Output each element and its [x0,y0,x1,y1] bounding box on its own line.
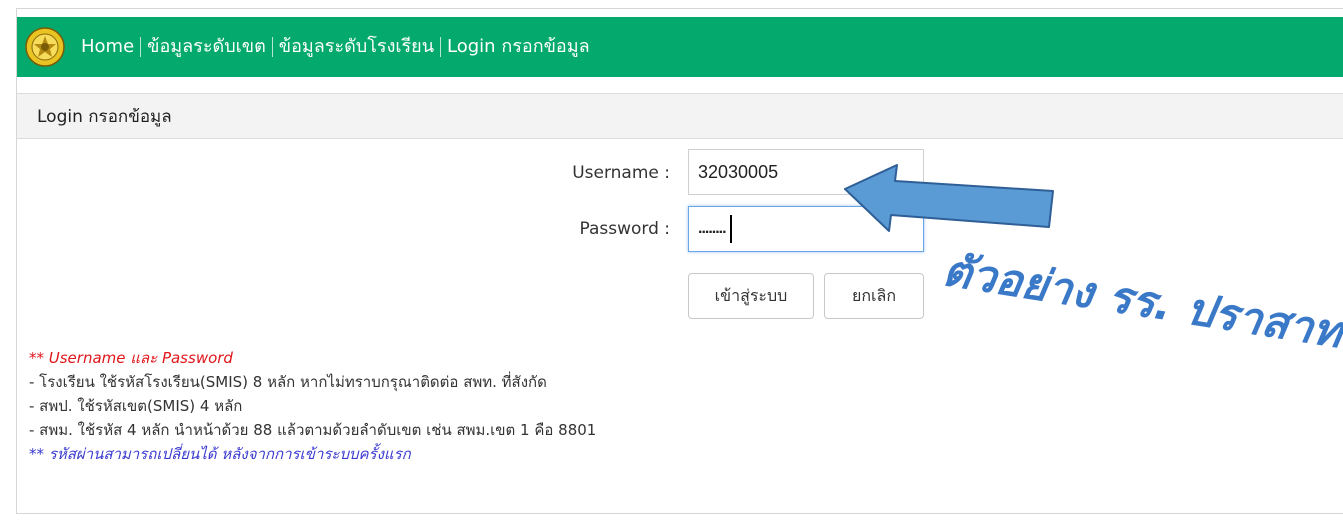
notes-line-secondary: - สพม. ใช้รหัส 4 หลัก นำหน้าด้วย 88 แล้ว… [29,421,597,439]
username-label: Username : [572,163,670,183]
nav-school-data[interactable]: ข้อมูลระดับโรงเรียน [273,36,440,58]
nav-district-data[interactable]: ข้อมูลระดับเขต [141,36,272,58]
panel-title: Login กรอกข้อมูล [37,106,172,127]
password-label: Password : [579,219,670,239]
page-frame: Home ข้อมูลระดับเขต ข้อมูลระดับโรงเรียน … [16,8,1343,514]
login-button[interactable]: เข้าสู่ระบบ [688,273,814,319]
nav-home[interactable]: Home [75,36,140,58]
example-annotation: ตัวอย่าง รร. ปราสาท [939,244,1343,359]
emblem-logo-icon[interactable] [25,27,65,67]
notes-heading: ** Username และ Password [29,349,233,367]
notes-footer: ** รหัสผ่านสามารถเปลี่ยนได้ หลังจากการเข… [29,445,411,463]
top-navbar: Home ข้อมูลระดับเขต ข้อมูลระดับโรงเรียน … [17,17,1343,77]
panel-header: Login กรอกข้อมูล [17,93,1343,139]
cancel-button[interactable]: ยกเลิก [824,273,924,319]
notes-line-school: - โรงเรียน ใช้รหัสโรงเรียน(SMIS) 8 หลัก … [29,373,547,391]
nav-login[interactable]: Login กรอกข้อมูล [441,36,596,58]
notes-line-primary: - สพป. ใช้รหัสเขต(SMIS) 4 หลัก [29,397,243,415]
username-value: 32030005 [698,161,779,182]
password-value: ........ [698,220,727,237]
text-caret [729,215,732,243]
